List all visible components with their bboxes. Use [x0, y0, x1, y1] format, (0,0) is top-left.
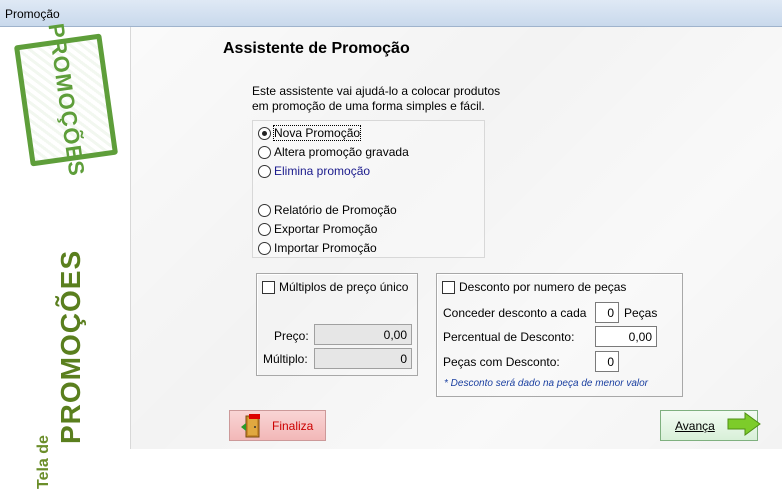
checkbox-box[interactable] — [262, 280, 275, 294]
preco-label: Preço: — [274, 329, 309, 343]
sidebar-title-small: Tela de — [35, 435, 52, 489]
pecas-suffix: Peças — [624, 306, 658, 320]
wizard-intro: Este assistente vai ajudá-lo a colocar p… — [252, 84, 500, 114]
radio-label: Elimina promoção — [274, 164, 371, 178]
preco-field[interactable]: 0,00 — [314, 324, 412, 345]
checkbox-box[interactable] — [442, 280, 455, 294]
radio-label: Exportar Promoção — [274, 222, 378, 236]
radio-nova-promocao[interactable]: Nova Promoção — [258, 125, 362, 141]
intro-line-2: em promoção de uma forma simples e fácil… — [252, 99, 485, 113]
stamp-text: PROMOÇÕES — [43, 21, 90, 179]
desconto-note: * Desconto será dado na peça de menor va… — [444, 378, 649, 389]
radio-exportar-promocao[interactable]: Exportar Promoção — [258, 221, 377, 237]
window-titlebar: Promoção — [0, 0, 782, 27]
radio-label: Altera promoção gravada — [274, 145, 409, 159]
radio-label: Relatório de Promoção — [274, 203, 397, 217]
promocoes-stamp-logo: PROMOÇÕES — [13, 22, 119, 178]
sidebar-vertical-title: Tela de PROMOÇÕES — [35, 249, 106, 489]
action-radio-group: Nova Promoção Altera promoção gravada El… — [252, 120, 485, 258]
conceder-field[interactable]: 0 — [595, 302, 619, 323]
percentual-label: Percentual de Desconto: — [443, 330, 575, 344]
sidebar-title-big: PROMOÇÕES — [55, 249, 86, 444]
radio-dot[interactable] — [258, 145, 271, 159]
percentual-field[interactable]: 0,00 — [595, 326, 657, 347]
conceder-label: Conceder desconto a cada — [443, 306, 587, 320]
radio-label: Importar Promoção — [274, 241, 377, 255]
desconto-groupbox: Desconto por numero de peças Conceder de… — [436, 273, 683, 397]
pecas-com-field[interactable]: 0 — [595, 351, 619, 372]
exit-door-icon — [240, 413, 262, 438]
window-title: Promoção — [5, 7, 60, 21]
multiplos-checkbox[interactable]: Múltiplos de preço único — [262, 280, 408, 294]
radio-relatorio-promocao[interactable]: Relatório de Promoção — [258, 202, 397, 218]
multiplo-label: Múltiplo: — [263, 352, 308, 366]
radio-elimina-promocao[interactable]: Elimina promoção — [258, 163, 370, 179]
finaliza-button[interactable]: Finaliza — [229, 410, 326, 441]
radio-dot-selected[interactable] — [258, 126, 271, 140]
avanca-label: Avança — [675, 418, 715, 433]
radio-dot[interactable] — [258, 222, 271, 236]
finaliza-label: Finaliza — [272, 418, 314, 433]
checkbox-label: Múltiplos de preço único — [279, 280, 409, 294]
pecas-com-label: Peças com Desconto: — [443, 355, 560, 369]
wizard-heading: Assistente de Promoção — [223, 40, 410, 57]
radio-dot[interactable] — [258, 241, 271, 255]
sidebar: PROMOÇÕES Tela de PROMOÇÕES — [0, 22, 131, 489]
radio-dot[interactable] — [258, 164, 271, 178]
radio-label: Nova Promoção — [272, 125, 362, 141]
avanca-button[interactable]: Avança — [660, 410, 761, 441]
radio-dot[interactable] — [258, 203, 271, 217]
wizard-panel: Assistente de Promoção Este assistente v… — [131, 27, 782, 449]
arrow-right-icon — [727, 412, 761, 439]
checkbox-label: Desconto por numero de peças — [459, 280, 627, 294]
multiplos-groupbox: Múltiplos de preço único Preço: 0,00 Múl… — [256, 273, 418, 376]
multiplo-field[interactable]: 0 — [314, 348, 412, 369]
intro-line-1: Este assistente vai ajudá-lo a colocar p… — [252, 84, 501, 98]
desconto-checkbox[interactable]: Desconto por numero de peças — [442, 280, 626, 294]
radio-altera-promocao[interactable]: Altera promoção gravada — [258, 144, 409, 160]
radio-importar-promocao[interactable]: Importar Promoção — [258, 240, 377, 256]
